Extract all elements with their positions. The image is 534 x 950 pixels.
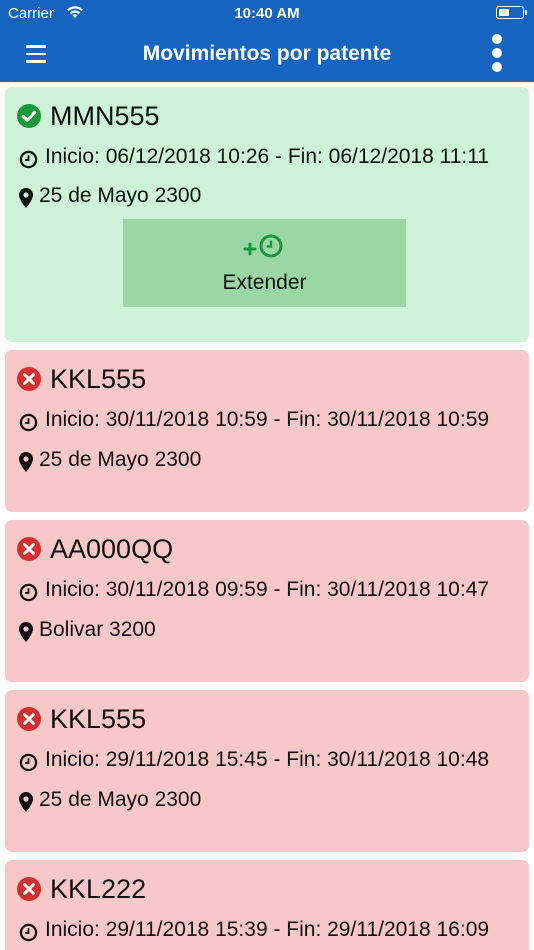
clock-icon: [19, 753, 38, 772]
location-pin-icon: [19, 792, 33, 812]
extend-button[interactable]: Extender: [123, 219, 406, 307]
app-bar: Movimientos por patente: [0, 28, 534, 82]
clock-icon: [19, 923, 38, 942]
error-circle-icon: [17, 537, 41, 561]
clock-icon: [19, 583, 38, 602]
time-range: Inicio: 29/11/2018 15:39 - Fin: 29/11/20…: [45, 918, 490, 941]
check-circle-icon: [17, 104, 41, 128]
plate-number: KKL555: [50, 364, 147, 394]
more-vertical-icon[interactable]: [490, 34, 504, 76]
error-circle-icon: [17, 877, 41, 901]
location-pin-icon: [19, 452, 33, 472]
extend-button-label: Extender: [222, 271, 307, 294]
location-address: Bolivar 3200: [39, 618, 156, 641]
time-range: Inicio: 29/11/2018 15:45 - Fin: 30/11/20…: [45, 748, 490, 771]
movement-card[interactable]: KKL555 Inicio: 29/11/2018 15:45 - Fin: 3…: [5, 690, 529, 852]
error-circle-icon: [17, 367, 41, 391]
movement-card[interactable]: KKL555 Inicio: 30/11/2018 10:59 - Fin: 3…: [5, 350, 529, 512]
battery-icon: [496, 6, 527, 19]
time-range: Inicio: 06/12/2018 10:26 - Fin: 06/12/20…: [45, 145, 490, 168]
location-pin-icon: [19, 188, 33, 208]
location-address: 25 de Mayo 2300: [39, 788, 202, 811]
location-pin-icon: [19, 622, 33, 642]
clock-icon: [19, 150, 38, 169]
time-range: Inicio: 30/11/2018 10:59 - Fin: 30/11/20…: [45, 408, 490, 431]
add-time-icon: [243, 234, 283, 258]
plate-number: KKL222: [50, 874, 147, 904]
time-range: Inicio: 30/11/2018 09:59 - Fin: 30/11/20…: [45, 578, 490, 601]
clock-icon: [19, 413, 38, 432]
page-title: Movimientos por patente: [142, 42, 392, 65]
movement-card[interactable]: AA000QQ Inicio: 30/11/2018 09:59 - Fin: …: [5, 520, 529, 682]
movement-card[interactable]: KKL222 Inicio: 29/11/2018 15:39 - Fin: 2…: [5, 860, 529, 950]
location-address: 25 de Mayo 2300: [39, 448, 202, 471]
plate-number: AA000QQ: [50, 534, 174, 564]
error-circle-icon: [17, 707, 41, 731]
movement-card[interactable]: MMN555 Inicio: 06/12/2018 10:26 - Fin: 0…: [5, 87, 529, 342]
clock-time: 10:40 AM: [234, 5, 300, 22]
location-address: 25 de Mayo 2300: [39, 184, 202, 207]
plate-number: MMN555: [50, 101, 160, 131]
status-bar: Carrier 10:40 AM: [0, 0, 534, 28]
plate-number: KKL555: [50, 704, 147, 734]
